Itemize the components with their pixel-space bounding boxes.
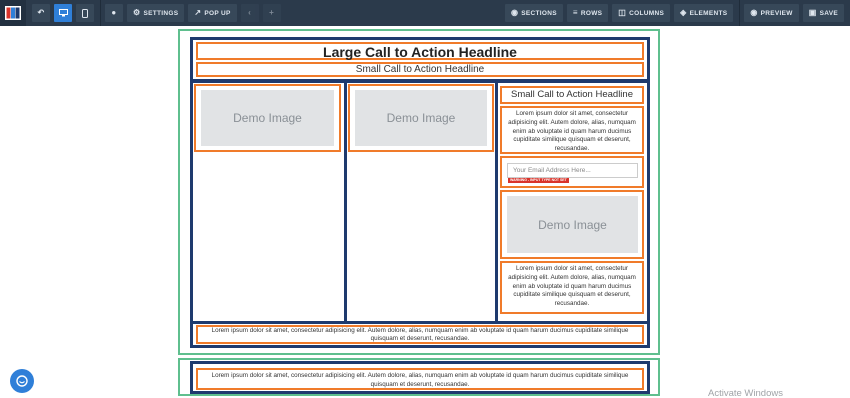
columns-button[interactable]: ◫ COLUMNS xyxy=(612,4,671,22)
demo-image-2: Demo Image xyxy=(355,90,487,146)
rows-button[interactable]: ≡ ROWS xyxy=(566,4,609,22)
add-button[interactable]: + xyxy=(262,4,281,22)
elements-label: ELEMENTS xyxy=(689,9,728,17)
gear-icon: ⚙ xyxy=(133,8,141,17)
pin-icon: ● xyxy=(111,8,117,17)
input-warning-badge: WARNING - INPUT TYPE NOT SET xyxy=(508,178,569,183)
image-element-3[interactable]: Demo Image xyxy=(500,190,644,259)
small-headline-element[interactable]: Small Call to Action Headline xyxy=(196,62,644,77)
col3-paragraph2-element[interactable]: Lorem ipsum dolor sit amet, consectetur … xyxy=(500,261,644,314)
eye-icon: ◉ xyxy=(750,8,758,17)
desktop-icon xyxy=(58,9,68,17)
save-button[interactable]: ▣ SAVE xyxy=(802,4,844,22)
sections-label: SECTIONS xyxy=(521,9,557,17)
back-icon: ‹ xyxy=(248,8,252,17)
demo-image-3: Demo Image xyxy=(507,196,638,253)
email-input[interactable]: Your Email Address Here... xyxy=(507,163,638,178)
section2-text-element[interactable]: Lorem ipsum dolor sit amet, consectetur … xyxy=(196,368,644,390)
undo-icon: ↶ xyxy=(37,8,45,17)
popup-label: POP UP xyxy=(204,9,231,17)
col3-paragraph: Lorem ipsum dolor sit amet, consectetur … xyxy=(508,110,636,153)
tracking-button[interactable]: ● xyxy=(105,4,123,22)
preview-label: PREVIEW xyxy=(760,9,793,17)
undo-button[interactable]: ↶ xyxy=(32,4,50,22)
builder-toolbar: ↶ ● ⚙ SETTINGS ↗ POP UP ‹ + ◉ SECTIONS ≡… xyxy=(0,0,850,26)
sections-button[interactable]: ◉ SECTIONS xyxy=(504,4,563,22)
footer-text: Lorem ipsum dolor sit amet, consectetur … xyxy=(211,327,629,342)
column-2[interactable]: Demo Image xyxy=(344,80,498,324)
rows-icon: ≡ xyxy=(572,8,578,17)
footer-text-element[interactable]: Lorem ipsum dolor sit amet, consectetur … xyxy=(196,325,644,344)
app-logo[interactable] xyxy=(0,0,26,26)
col3-headline-element[interactable]: Small Call to Action Headline xyxy=(500,86,644,104)
col3-paragraph-2: Lorem ipsum dolor sit amet, consectetur … xyxy=(508,265,636,308)
demo-image-1: Demo Image xyxy=(201,90,334,146)
col3-paragraph-element[interactable]: Lorem ipsum dolor sit amet, consectetur … xyxy=(500,106,644,154)
toolbar-divider xyxy=(100,0,101,26)
col3-headline: Small Call to Action Headline xyxy=(511,89,633,100)
email-form-element[interactable]: Your Email Address Here... WARNING - INP… xyxy=(500,156,644,188)
column-3[interactable]: Small Call to Action Headline Lorem ipsu… xyxy=(495,80,650,324)
section-2[interactable]: Lorem ipsum dolor sit amet, consectetur … xyxy=(178,358,660,396)
back-button[interactable]: ‹ xyxy=(240,4,259,22)
settings-button[interactable]: ⚙ SETTINGS xyxy=(127,4,185,22)
elements-icon: ◈ xyxy=(680,8,687,17)
toolbar-divider-right xyxy=(739,0,741,26)
headline-row[interactable]: Large Call to Action Headline Small Call… xyxy=(190,37,650,82)
content-row[interactable]: Demo Image Demo Image Small Call to Acti… xyxy=(190,80,650,324)
desktop-view-button[interactable] xyxy=(54,4,72,22)
sections-icon: ◉ xyxy=(510,8,519,17)
settings-label: SETTINGS xyxy=(143,9,179,17)
column-1[interactable]: Demo Image xyxy=(190,80,347,324)
mobile-view-button[interactable] xyxy=(76,4,94,22)
section-1[interactable]: Large Call to Action Headline Small Call… xyxy=(178,29,660,355)
image-element-1[interactable]: Demo Image xyxy=(194,84,341,152)
elements-button[interactable]: ◈ ELEMENTS xyxy=(674,4,734,22)
rows-label: ROWS xyxy=(580,9,603,17)
editor-canvas: Large Call to Action Headline Small Call… xyxy=(0,26,850,398)
save-icon: ▣ xyxy=(808,8,817,17)
small-headline: Small Call to Action Headline xyxy=(355,64,485,75)
section2-text: Lorem ipsum dolor sit amet, consectetur … xyxy=(211,372,629,388)
footer-row[interactable]: Lorem ipsum dolor sit amet, consectetur … xyxy=(190,321,650,348)
mobile-icon xyxy=(82,8,88,18)
popup-button[interactable]: ↗ POP UP xyxy=(188,4,237,22)
save-label: SAVE xyxy=(819,9,838,17)
large-headline-element[interactable]: Large Call to Action Headline xyxy=(196,42,644,60)
large-headline: Large Call to Action Headline xyxy=(323,44,517,60)
columns-icon: ◫ xyxy=(618,8,627,17)
chat-icon xyxy=(16,375,28,387)
image-element-2[interactable]: Demo Image xyxy=(348,84,494,152)
plus-icon: + xyxy=(269,8,275,17)
preview-button[interactable]: ◉ PREVIEW xyxy=(744,4,799,22)
columns-label: COLUMNS xyxy=(629,9,665,17)
chat-widget-button[interactable] xyxy=(10,369,34,393)
external-link-icon: ↗ xyxy=(194,8,202,17)
section2-row[interactable]: Lorem ipsum dolor sit amet, consectetur … xyxy=(190,361,650,394)
activate-windows-watermark: Activate Windows xyxy=(708,388,783,398)
logo-icon xyxy=(5,6,21,20)
